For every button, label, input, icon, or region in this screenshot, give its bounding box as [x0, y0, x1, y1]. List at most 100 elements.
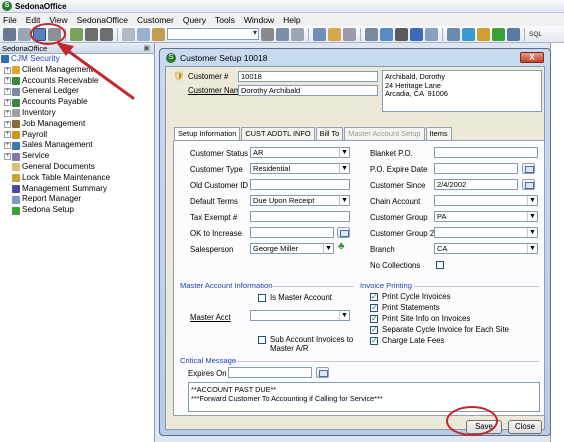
expand-icon[interactable]: + — [4, 99, 11, 107]
toolbar-combo[interactable] — [167, 28, 259, 40]
tree-item[interactable]: + Payroll — [1, 130, 154, 141]
report-icon[interactable] — [365, 27, 378, 41]
menu-edit[interactable]: Edit — [26, 15, 41, 25]
tree-item[interactable]: Management Summary — [1, 184, 154, 195]
salesperson-select[interactable]: George Miller ▼ — [250, 243, 334, 254]
app-title: SedonaOffice — [15, 1, 67, 11]
new-icon[interactable] — [70, 27, 83, 41]
print-statements-checkbox[interactable] — [370, 304, 378, 312]
tree-item[interactable]: + Accounts Receivable — [1, 76, 154, 87]
sql-button[interactable]: SQL — [529, 31, 542, 38]
customer-name-field[interactable]: Dorothy Archibald — [238, 85, 378, 96]
is-master-account-checkbox[interactable] — [258, 294, 266, 302]
tree-item[interactable]: + Job Management — [1, 119, 154, 130]
customer-type-select[interactable]: Residential ▼ — [250, 163, 350, 174]
branch-select[interactable]: CA ▼ — [434, 243, 538, 254]
settings-icon[interactable] — [343, 27, 356, 41]
menu-tools[interactable]: Tools — [215, 15, 235, 25]
cut-icon[interactable] — [122, 27, 135, 41]
expand-icon[interactable]: + — [4, 153, 11, 161]
expand-icon[interactable]: + — [4, 120, 11, 128]
salesperson-lookup-icon[interactable]: ♣ — [338, 241, 345, 252]
customer-since-calendar-icon[interactable] — [522, 179, 535, 190]
no-collections-checkbox[interactable] — [436, 261, 444, 269]
unlock-icon[interactable] — [100, 27, 113, 41]
window-icon[interactable] — [507, 27, 520, 41]
phone-icon[interactable] — [395, 27, 408, 41]
menu-window[interactable]: Window — [244, 15, 274, 25]
tab-setup-information[interactable]: Setup Information — [174, 127, 241, 141]
tree-item[interactable]: + Service — [1, 151, 154, 162]
notes-icon[interactable] — [328, 27, 341, 41]
ok-to-increase-field[interactable] — [250, 227, 334, 238]
lock-icon[interactable] — [85, 27, 98, 41]
branch-value: CA — [437, 244, 448, 253]
critical-message-textarea[interactable]: **ACCOUNT PAST DUE** ***Forward Customer… — [188, 382, 540, 412]
expand-icon[interactable]: + — [4, 66, 11, 74]
pin-icon[interactable]: ▣ — [143, 43, 150, 54]
master-acct-label: Master Acct — [190, 313, 231, 322]
expand-icon[interactable]: + — [4, 77, 11, 85]
menu-file[interactable]: File — [3, 15, 17, 25]
menu-customer[interactable]: Customer — [137, 15, 174, 25]
master-acct-select[interactable]: ▼ — [250, 310, 350, 321]
tree-item[interactable]: CJM Security — [1, 54, 154, 65]
grid-icon[interactable] — [291, 27, 304, 41]
dialog-close-button[interactable]: X — [520, 52, 544, 63]
close-button[interactable]: Close — [508, 420, 542, 434]
menu-help[interactable]: Help — [283, 15, 300, 25]
blanket-po-field[interactable] — [434, 147, 538, 158]
expand-icon[interactable]: + — [4, 109, 11, 117]
customer-status-select[interactable]: AR ▼ — [250, 147, 350, 158]
ok-to-increase-calendar-icon[interactable] — [337, 227, 350, 238]
refresh-icon[interactable] — [313, 27, 326, 41]
tab-master-account-setup[interactable]: Master Account Setup — [344, 127, 425, 140]
tab-items[interactable]: Items — [425, 127, 452, 140]
mail-icon[interactable] — [380, 27, 393, 41]
expand-icon[interactable]: + — [4, 88, 11, 96]
expand-icon[interactable]: + — [4, 131, 11, 139]
customer-group-select[interactable]: PA ▼ — [434, 211, 538, 222]
star-icon[interactable] — [477, 27, 490, 41]
menu-bar: File Edit View SedonaOffice Customer Que… — [0, 13, 564, 26]
tree-item[interactable]: General Documents — [1, 162, 154, 173]
help-icon[interactable] — [492, 27, 505, 41]
expires-on-field[interactable] — [228, 367, 312, 378]
tax-exempt-field[interactable] — [250, 211, 350, 222]
tree-item[interactable]: Lock Table Maintenance — [1, 173, 154, 184]
expand-icon[interactable]: + — [4, 142, 11, 150]
tab-cust-addtl-info[interactable]: CUST ADDTL INFO — [241, 127, 315, 140]
default-terms-select[interactable]: Due Upon Receipt ▼ — [250, 195, 350, 206]
globe-icon[interactable] — [462, 27, 475, 41]
tree-item[interactable]: + General Ledger — [1, 86, 154, 97]
tree-item[interactable]: Sedona Setup — [1, 205, 154, 216]
customer-group-2-select[interactable]: ▼ — [434, 227, 538, 238]
tree-item[interactable]: Report Manager — [1, 194, 154, 205]
copy-icon[interactable] — [137, 27, 150, 41]
sub-account-invoices-checkbox[interactable] — [258, 336, 266, 344]
po-expire-calendar-icon[interactable] — [522, 163, 535, 174]
print-cycle-invoices-checkbox[interactable] — [370, 293, 378, 301]
old-customer-id-field[interactable] — [250, 179, 350, 190]
chart-icon[interactable] — [410, 27, 423, 41]
chain-account-select[interactable]: ▼ — [434, 195, 538, 206]
expires-on-calendar-icon[interactable] — [316, 367, 329, 378]
delete-icon[interactable] — [261, 27, 274, 41]
home-icon[interactable] — [276, 27, 289, 41]
customer-since-field[interactable]: 2/4/2002 — [434, 179, 518, 190]
charge-late-fees-checkbox[interactable] — [370, 337, 378, 345]
print-site-info-checkbox[interactable] — [370, 315, 378, 323]
menu-sedonaoffice[interactable]: SedonaOffice — [77, 15, 128, 25]
calculator-icon[interactable] — [447, 27, 460, 41]
po-expire-date-field[interactable] — [434, 163, 518, 174]
tree-item[interactable]: + Accounts Payable — [1, 97, 154, 108]
menu-query[interactable]: Query — [183, 15, 206, 25]
tree-item[interactable]: + Sales Management — [1, 140, 154, 151]
calendar-icon[interactable] — [425, 27, 438, 41]
paste-icon[interactable] — [152, 27, 165, 41]
tree-item[interactable]: + Client Management — [1, 65, 154, 76]
tree-item[interactable]: + Inventory — [1, 108, 154, 119]
customer-number-field[interactable]: 10018 — [238, 71, 378, 82]
tab-bill-to[interactable]: Bill To — [315, 127, 344, 140]
separate-cycle-invoice-checkbox[interactable] — [370, 326, 378, 334]
